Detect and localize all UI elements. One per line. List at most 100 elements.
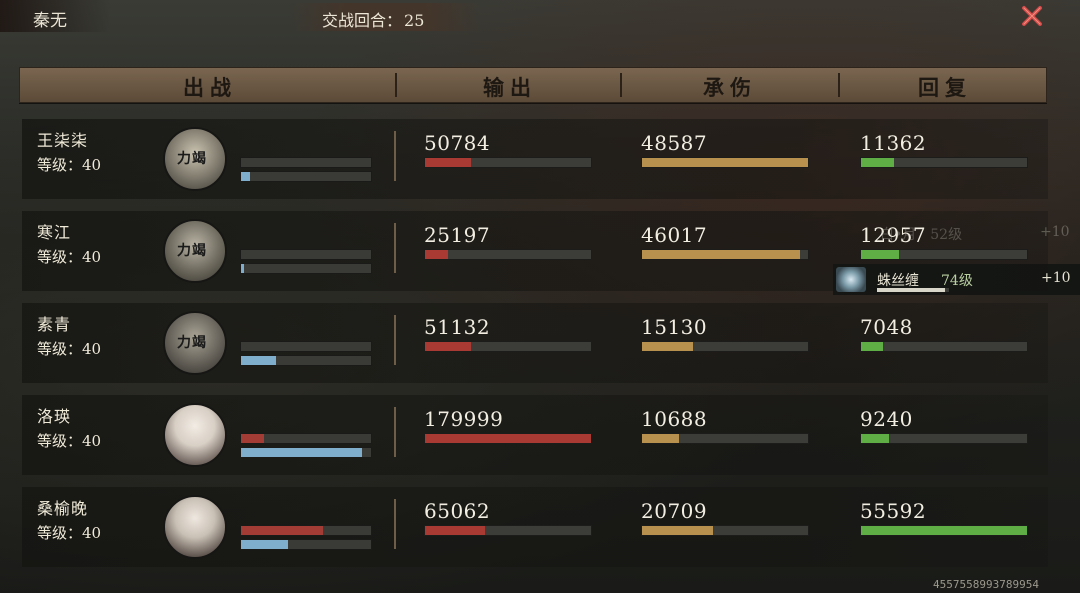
damage-taken-bar-fill: [642, 342, 694, 351]
energy-bar-fill: [241, 356, 277, 365]
fighter-row: 桑榆晚 等级：40 65062 20709 55592: [0, 487, 1080, 567]
column-divider: [394, 315, 396, 365]
fighter-energy-bar: [240, 447, 372, 458]
spider-web-skill-icon: [836, 267, 866, 292]
heal-bar: [860, 341, 1028, 352]
fighter-level: 等级：40: [37, 248, 102, 266]
heal-bar-fill: [861, 158, 895, 167]
fighter-portrait[interactable]: [163, 495, 227, 559]
fighter-level: 等级：40: [37, 432, 102, 450]
output-bar: [424, 525, 592, 536]
faded-entry-value: +10: [1040, 224, 1070, 240]
heal-value: 55592: [860, 499, 927, 523]
buff-progress-fill: [877, 288, 946, 292]
fighter-name: 王柒柒: [37, 131, 89, 150]
output-bar-fill: [425, 434, 591, 443]
heal-bar-fill: [861, 526, 1027, 535]
fighter-energy-bar: [240, 263, 372, 274]
exhausted-stamp: 力竭: [177, 151, 207, 167]
fighter-energy-bar: [240, 355, 372, 366]
heal-value: 7048: [860, 315, 913, 339]
faded-entry: 白•月 52级: [880, 227, 963, 243]
damage-taken-bar: [641, 341, 809, 352]
damage-taken-value: 20709: [641, 499, 708, 523]
damage-taken-value: 10688: [641, 407, 708, 431]
energy-bar-fill: [241, 448, 362, 457]
buff-tooltip: 蛛丝缠 74级 +10: [833, 264, 1080, 295]
heal-bar: [860, 157, 1028, 168]
round-value: 25: [404, 11, 425, 30]
fighter-name: 素青: [37, 315, 72, 334]
exhausted-stamp: 力竭: [177, 335, 207, 351]
damage-taken-bar: [641, 525, 809, 536]
damage-taken-bar-fill: [642, 250, 800, 259]
output-value: 50784: [424, 131, 491, 155]
header-fighter: 出战: [183, 75, 237, 100]
column-divider: [394, 223, 396, 273]
round-counter: 交战回合： 25: [320, 7, 424, 31]
damage-taken-bar-fill: [642, 526, 714, 535]
output-value: 179999: [424, 407, 504, 431]
session-id: 4557558993789954: [933, 578, 1039, 591]
exhausted-stamp: 力竭: [177, 243, 207, 259]
heal-bar: [860, 249, 1028, 260]
heal-value: 11362: [860, 131, 927, 155]
heal-bar-fill: [861, 434, 890, 443]
fighter-hp-bar: [240, 157, 372, 168]
fighter-hp-bar: [240, 433, 372, 444]
output-bar: [424, 157, 592, 168]
output-bar-fill: [425, 342, 472, 351]
round-label: 交战回合：: [322, 11, 403, 30]
damage-taken-bar: [641, 433, 809, 444]
fighter-hp-bar: [240, 525, 372, 536]
damage-taken-bar-fill: [642, 434, 679, 443]
damage-taken-value: 46017: [641, 223, 708, 247]
output-value: 25197: [424, 223, 491, 247]
header-divider: [838, 73, 840, 97]
heal-value: 9240: [860, 407, 913, 431]
output-bar-fill: [425, 250, 449, 259]
energy-bar-fill: [241, 540, 288, 549]
column-divider: [394, 131, 396, 181]
fighter-energy-bar: [240, 171, 372, 182]
fighter-row: 王柒柒 等级：40 力竭 50784 48587 11362: [0, 119, 1080, 199]
header-heal: 回复: [918, 75, 972, 100]
header-divider: [395, 73, 397, 97]
heal-bar-fill: [861, 342, 883, 351]
heal-bar-fill: [861, 250, 900, 259]
energy-bar-fill: [241, 264, 244, 273]
character-name: 秦无: [33, 11, 67, 31]
heal-bar: [860, 525, 1028, 536]
damage-taken-bar: [641, 249, 809, 260]
fighter-portrait[interactable]: [163, 403, 227, 467]
fighter-name: 洛瑛: [37, 407, 72, 426]
close-button[interactable]: [1018, 2, 1046, 30]
fighter-row: 洛瑛 等级：40 179999 10688 9240: [0, 395, 1080, 475]
output-bar-fill: [425, 158, 472, 167]
hp-bar-fill: [241, 434, 265, 443]
output-value: 51132: [424, 315, 491, 339]
damage-taken-bar-fill: [642, 158, 808, 167]
output-bar: [424, 249, 592, 260]
header-divider: [620, 73, 622, 97]
damage-taken-bar: [641, 157, 809, 168]
fighter-level: 等级：40: [37, 340, 102, 358]
output-bar: [424, 433, 592, 444]
fighter-level: 等级：40: [37, 524, 102, 542]
output-bar: [424, 341, 592, 352]
fighter-name: 桑榆晚: [37, 499, 89, 518]
buff-progress: [877, 288, 949, 292]
energy-bar-fill: [241, 172, 251, 181]
stats-header: 出战 输出 承伤 回复: [19, 67, 1047, 103]
heal-bar: [860, 433, 1028, 444]
buff-value: +10: [1041, 270, 1071, 286]
fighter-name: 寒江: [37, 223, 72, 242]
fighter-hp-bar: [240, 341, 372, 352]
buff-name: 蛛丝缠: [877, 273, 919, 289]
damage-taken-value: 48587: [641, 131, 708, 155]
top-bar: 秦无 交战回合： 25: [0, 0, 1080, 34]
output-bar-fill: [425, 526, 485, 535]
fighter-energy-bar: [240, 539, 372, 550]
header-damage-taken: 承伤: [703, 75, 757, 100]
header-output: 输出: [483, 75, 537, 100]
